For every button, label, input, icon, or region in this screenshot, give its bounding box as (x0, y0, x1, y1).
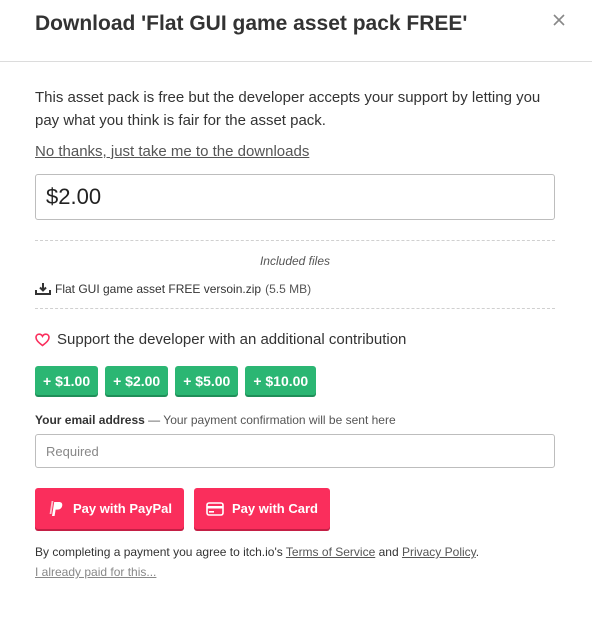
tip-button-10[interactable]: + $10.00 (245, 366, 317, 395)
heart-icon (35, 332, 50, 347)
terms-of-service-link[interactable]: Terms of Service (286, 545, 375, 559)
already-paid-link[interactable]: I already paid for this... (35, 565, 156, 579)
credit-card-icon (206, 501, 224, 516)
terms-text: By completing a payment you agree to itc… (35, 545, 555, 559)
dialog-header: Download 'Flat GUI game asset pack FREE' (0, 0, 592, 62)
tip-buttons: + $1.00 + $2.00 + $5.00 + $10.00 (35, 366, 555, 395)
email-label-hint: — Your payment confirmation will be sent… (148, 413, 396, 427)
paypal-icon (49, 500, 63, 516)
email-label-title: Your email address (35, 413, 145, 427)
email-label: Your email address — Your payment confir… (35, 413, 555, 427)
tip-button-5[interactable]: + $5.00 (175, 366, 239, 395)
download-icon (35, 283, 51, 295)
paypal-label: Pay with PayPal (73, 501, 172, 516)
payment-buttons: Pay with PayPal Pay with Card (35, 488, 555, 529)
included-files-label: Included files (259, 254, 331, 268)
support-row: Support the developer with an additional… (35, 331, 555, 348)
amount-input[interactable]: $2.00 (35, 174, 555, 220)
dialog-title: Download 'Flat GUI game asset pack FREE' (35, 12, 468, 35)
file-item: Flat GUI game asset FREE versoin.zip (5.… (35, 282, 555, 296)
email-field[interactable] (35, 434, 555, 468)
no-thanks-link[interactable]: No thanks, just take me to the downloads (35, 143, 309, 160)
card-label: Pay with Card (232, 501, 318, 516)
file-size: (5.5 MB) (265, 282, 312, 296)
dialog-content: This asset pack is free but the develope… (35, 62, 555, 581)
terms-prefix: By completing a payment you agree to itc… (35, 545, 283, 559)
included-files: Included files Flat GUI game asset FREE … (35, 240, 555, 309)
privacy-policy-link[interactable]: Privacy Policy (402, 545, 476, 559)
pay-with-card-button[interactable]: Pay with Card (194, 488, 330, 529)
terms-and: and (378, 545, 399, 559)
terms-suffix: . (475, 545, 480, 559)
intro-text: This asset pack is free but the develope… (35, 89, 541, 129)
tip-button-2[interactable]: + $2.00 (105, 366, 169, 395)
file-name: Flat GUI game asset FREE versoin.zip (55, 282, 262, 296)
pay-with-paypal-button[interactable]: Pay with PayPal (35, 488, 184, 529)
tip-button-1[interactable]: + $1.00 (35, 366, 99, 395)
support-text: Support the developer with an additional… (57, 331, 407, 348)
download-dialog: Download 'Flat GUI game asset pack FREE'… (0, 0, 592, 633)
close-icon[interactable] (551, 12, 567, 28)
